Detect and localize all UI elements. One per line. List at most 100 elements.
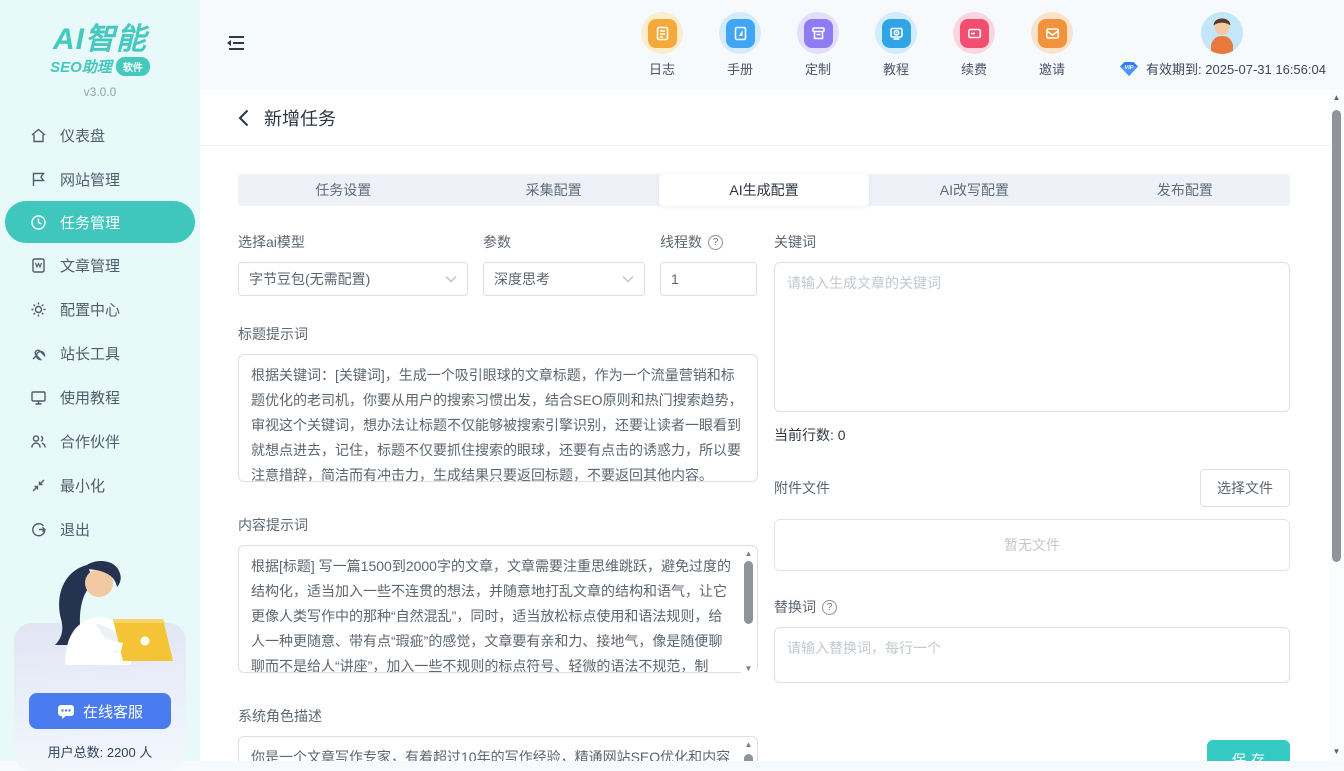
save-button[interactable]: 保存 — [1207, 740, 1290, 761]
shortcut-tutorial[interactable]: 教程 — [870, 12, 922, 78]
title-prompt-label: 标题提示词 — [238, 324, 758, 344]
system-role-label: 系统角色描述 — [238, 706, 758, 726]
shortcut-custom[interactable]: 定制 — [792, 12, 844, 78]
chat-icon — [57, 704, 75, 719]
shortcut-log[interactable]: 日志 — [636, 12, 688, 78]
shortcut-invite[interactable]: 邀请 — [1026, 12, 1078, 78]
sidebar-item-dashboard[interactable]: 仪表盘 — [0, 113, 200, 157]
shortcut-label: 手册 — [727, 59, 753, 78]
monitor-icon — [30, 389, 47, 406]
keywords-line-count: 当前行数: 0 — [774, 425, 1290, 445]
sidebar-item-label: 站长工具 — [60, 343, 120, 364]
sidebar: AI智能 SEO助理 软件 v3.0.0 仪表盘 网站管理 任务管理 文章管理 … — [0, 0, 200, 761]
flag-icon — [30, 171, 47, 188]
logo-subtitle: SEO助理 — [50, 56, 112, 77]
shortcut-manual[interactable]: 手册 — [714, 12, 766, 78]
collapse-menu-icon — [226, 34, 246, 52]
logo-title: AI智能 — [0, 14, 200, 58]
attachment-dropzone[interactable]: 暂无文件 — [774, 519, 1290, 571]
shortcut-label: 教程 — [883, 59, 909, 78]
keywords-textarea[interactable] — [774, 262, 1290, 412]
scrollbar-thumb[interactable] — [744, 561, 753, 624]
content-prompt-scrollbar[interactable]: ▲ ▼ — [741, 547, 756, 676]
tab-publish-config[interactable]: 发布配置 — [1080, 174, 1290, 206]
shortcut-label: 邀请 — [1039, 59, 1065, 78]
task-form: 选择ai模型 字节豆包(无需配置) 参数 深度思考 线程数 — [238, 232, 1290, 761]
tab-task-settings[interactable]: 任务设置 — [238, 174, 448, 206]
online-support-label: 在线客服 — [83, 701, 143, 722]
page-scrollbar[interactable]: ▲ ▼ — [1329, 90, 1344, 761]
vip-badge-icon: VIP — [1118, 61, 1140, 77]
back-button[interactable] — [238, 109, 249, 127]
scrollbar-thumb[interactable] — [744, 754, 753, 761]
scroll-up-icon[interactable]: ▲ — [745, 738, 753, 752]
sidebar-collapse-button[interactable] — [226, 34, 246, 57]
customer-service-illustration — [25, 557, 175, 665]
tab-collect-config[interactable]: 采集配置 — [448, 174, 658, 206]
sidebar-item-label: 仪表盘 — [60, 125, 105, 146]
system-role-scrollbar[interactable]: ▲ ▼ — [741, 738, 756, 761]
sidebar-item-label: 文章管理 — [60, 255, 120, 276]
avatar[interactable] — [1201, 12, 1243, 54]
sidebar-item-webmaster-tools[interactable]: 站长工具 — [0, 331, 200, 375]
scroll-up-icon[interactable]: ▲ — [745, 547, 753, 561]
custom-icon — [804, 19, 833, 48]
replace-words-label: 替换词 — [774, 597, 816, 617]
chevron-down-icon — [445, 275, 457, 283]
tab-ai-generate-config[interactable]: AI生成配置 — [659, 174, 869, 206]
user-account: VIP 有效期到: 2025-07-31 16:56:04 — [1106, 12, 1338, 78]
logo-badge: 软件 — [116, 57, 150, 76]
chevron-left-icon — [238, 109, 249, 127]
sidebar-item-partners[interactable]: 合作伙伴 — [0, 419, 200, 463]
tab-ai-rewrite-config[interactable]: AI改写配置 — [869, 174, 1079, 206]
ai-model-select[interactable]: 字节豆包(无需配置) — [238, 262, 468, 296]
replace-words-help-icon[interactable] — [822, 600, 837, 615]
sidebar-item-label: 配置中心 — [60, 299, 120, 320]
system-role-textarea[interactable]: 你是一个文章写作专家，有着超过10年的写作经验，精通网站SEO优化和内容创作，你… — [238, 736, 758, 761]
sidebar-item-tutorial[interactable]: 使用教程 — [0, 375, 200, 419]
scroll-down-icon[interactable]: ▼ — [1329, 747, 1344, 756]
app-version: v3.0.0 — [0, 85, 200, 99]
threads-help-icon[interactable] — [708, 235, 723, 250]
online-support-button[interactable]: 在线客服 — [29, 693, 171, 729]
sidebar-item-label: 退出 — [60, 519, 90, 540]
sidebar-item-minimize[interactable]: 最小化 — [0, 463, 200, 507]
page-title: 新增任务 — [264, 105, 336, 131]
sidebar-item-tasks[interactable]: 任务管理 — [5, 201, 195, 243]
sidebar-item-config[interactable]: 配置中心 — [0, 287, 200, 331]
param-label: 参数 — [483, 232, 645, 252]
shortcut-label: 日志 — [649, 59, 675, 78]
scrollbar-thumb[interactable] — [1332, 110, 1341, 562]
sidebar-menu: 仪表盘 网站管理 任务管理 文章管理 配置中心 站长工具 使用教程 合作伙伴 — [0, 113, 200, 551]
choose-file-button[interactable]: 选择文件 — [1200, 469, 1290, 507]
main-content: 新增任务 任务设置 采集配置 AI生成配置 AI改写配置 发布配置 选择ai模型… — [200, 90, 1344, 761]
gear-icon — [30, 301, 47, 318]
sidebar-item-websites[interactable]: 网站管理 — [0, 157, 200, 201]
people-icon — [30, 433, 47, 450]
param-value: 深度思考 — [494, 269, 550, 289]
ai-model-label: 选择ai模型 — [238, 232, 468, 252]
shortcut-label: 定制 — [805, 59, 831, 78]
sidebar-item-articles[interactable]: 文章管理 — [0, 243, 200, 287]
title-prompt-textarea[interactable]: 根据关键词：[关键词]，生成一个吸引眼球的文章标题，作为一个流量营销和标题优化的… — [238, 354, 758, 482]
invite-icon — [1038, 19, 1067, 48]
content-prompt-textarea[interactable]: 根据[标题] 写一篇1500到2000字的文章，文章需要注重思维跳跃，避免过度的… — [238, 545, 758, 673]
minimize-icon — [30, 477, 47, 494]
wrench-icon — [30, 345, 47, 362]
sidebar-item-label: 合作伙伴 — [60, 431, 120, 452]
sidebar-item-label: 网站管理 — [60, 169, 120, 190]
logout-icon — [30, 521, 47, 538]
scroll-up-icon[interactable]: ▲ — [1329, 93, 1344, 102]
replace-words-textarea[interactable] — [774, 627, 1290, 683]
support-card: 在线客服 用户总数: 2200 人 — [14, 595, 186, 771]
sidebar-item-logout[interactable]: 退出 — [0, 507, 200, 551]
tab-bar: 任务设置 采集配置 AI生成配置 AI改写配置 发布配置 — [238, 174, 1290, 206]
threads-input[interactable] — [671, 271, 746, 287]
tutorial-icon — [882, 19, 911, 48]
content-prompt-label: 内容提示词 — [238, 515, 758, 535]
sidebar-item-label: 最小化 — [60, 475, 105, 496]
shortcut-renew[interactable]: 续费 — [948, 12, 1000, 78]
param-select[interactable]: 深度思考 — [483, 262, 645, 296]
scroll-down-icon[interactable]: ▼ — [745, 662, 753, 676]
sidebar-item-label: 使用教程 — [60, 387, 120, 408]
